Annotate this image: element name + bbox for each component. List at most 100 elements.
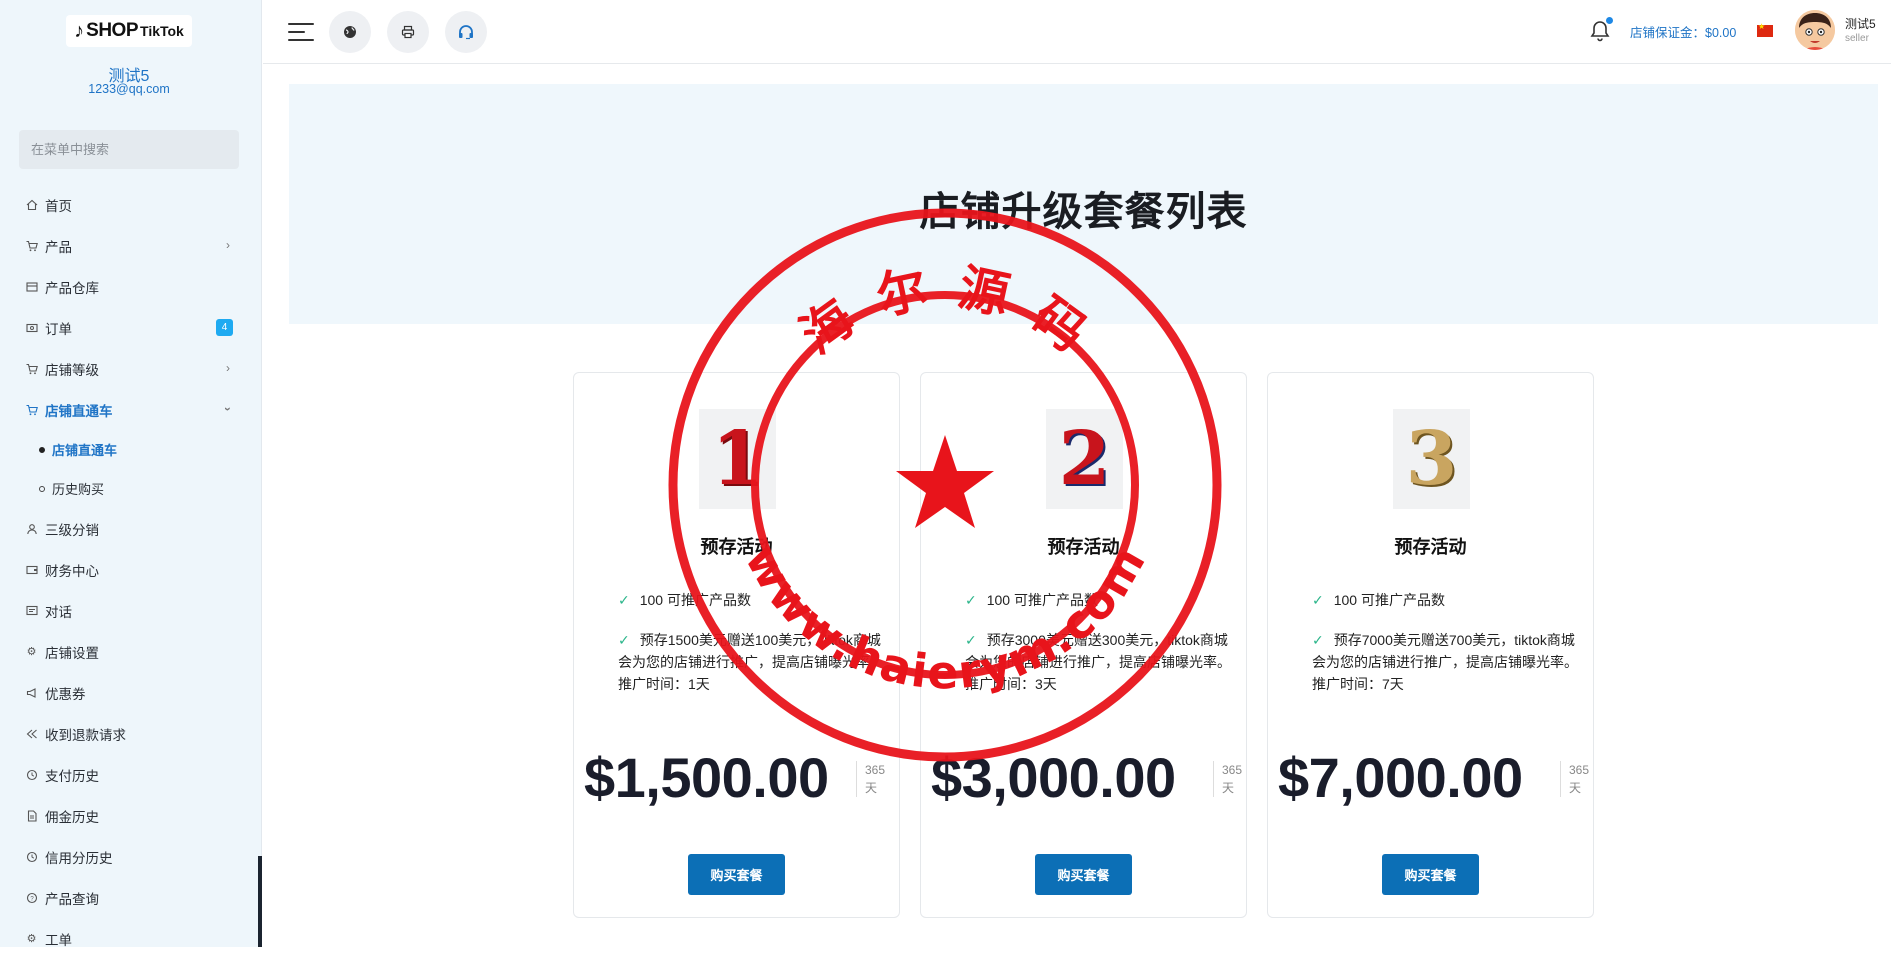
logo[interactable]: ♪ SHOP TikTok bbox=[66, 15, 192, 47]
sidebar-item-finance[interactable]: 财务中心 bbox=[0, 549, 258, 590]
logo-text-tiktok: TikTok bbox=[140, 23, 184, 39]
history-icon bbox=[25, 850, 38, 863]
header-user-name[interactable]: 测试5 bbox=[1845, 15, 1876, 32]
sidebar-item-coupons[interactable]: 优惠券 bbox=[0, 672, 258, 713]
support-button[interactable] bbox=[445, 11, 487, 53]
package-card: 2 预存活动 ✓ 100 可推广产品数 ✓ 预存3000美元赠送300美元，tikt… bbox=[920, 372, 1247, 918]
package-card: 1 预存活动 ✓ 100 可推广产品数 ✓ 预存1500美元赠送100美元，tikt… bbox=[573, 372, 900, 918]
sidebar-item-product-query[interactable]: ? 产品查询 bbox=[0, 877, 258, 918]
print-button[interactable] bbox=[387, 11, 429, 53]
avatar[interactable] bbox=[1795, 10, 1835, 50]
sidebar-item-payment-history[interactable]: 支付历史 bbox=[0, 754, 258, 795]
sidebar-item-label: 财务中心 bbox=[45, 563, 99, 579]
user-icon bbox=[25, 522, 38, 535]
sidebar-subitem-purchase-history[interactable]: 历史购买 bbox=[0, 469, 258, 508]
sidebar-item-shop-level[interactable]: 店铺等级 › bbox=[0, 348, 258, 389]
sidebar-item-label: 收到退款请求 bbox=[45, 727, 126, 743]
package-feature: ✓ 预存3000美元赠送300美元，tiktok商城会为您的店铺进行推广，提高店铺… bbox=[965, 629, 1235, 695]
sidebar-item-label: 历史购买 bbox=[52, 482, 105, 497]
menu-search-input[interactable] bbox=[19, 130, 239, 169]
sidebar-subitem-shop-express[interactable]: 店铺直通车 bbox=[0, 430, 258, 469]
period-value: 365 bbox=[865, 763, 886, 777]
package-feature-text: 100 可推广产品数 bbox=[986, 592, 1098, 608]
top-header: 店铺保证金：$0.00 测试5 seller bbox=[263, 0, 1891, 64]
check-icon: ✓ bbox=[965, 632, 977, 648]
check-icon: ✓ bbox=[1312, 632, 1324, 648]
period-unit: 天 bbox=[1569, 781, 1582, 795]
sidebar-item-distribution[interactable]: 三级分销 bbox=[0, 508, 258, 549]
chevron-down-icon: › bbox=[221, 407, 235, 411]
package-price: $1,500.00 bbox=[584, 746, 829, 809]
sidebar-item-label: 店铺直通车 bbox=[45, 403, 113, 419]
package-feature: ✓ 100 可推广产品数 bbox=[1312, 589, 1582, 611]
sidebar-item-refunds[interactable]: 收到退款请求 bbox=[0, 713, 258, 754]
period-value: 365 bbox=[1222, 763, 1243, 777]
sidebar-item-orders[interactable]: 订单 4 bbox=[0, 307, 258, 348]
buy-package-button[interactable]: 购买套餐 bbox=[1035, 854, 1132, 895]
tiktok-icon: ♪ bbox=[74, 19, 85, 42]
orders-count-badge: 4 bbox=[216, 319, 233, 336]
china-flag-icon[interactable] bbox=[1757, 22, 1773, 37]
sidebar-item-label: 产品查询 bbox=[45, 891, 99, 907]
sidebar-item-shop-express[interactable]: 店铺直通车 › bbox=[0, 389, 258, 430]
sidebar-item-label: 产品 bbox=[45, 239, 72, 255]
order-icon bbox=[25, 321, 38, 334]
package-feature: ✓ 100 可推广产品数 bbox=[618, 589, 888, 611]
package-feature-text: 100 可推广产品数 bbox=[1333, 592, 1445, 608]
finance-icon bbox=[25, 563, 38, 576]
period-value: 365 bbox=[1569, 763, 1590, 777]
package-period: 365 天 bbox=[1560, 761, 1589, 797]
check-icon: ✓ bbox=[618, 592, 630, 608]
package-card: 3 预存活动 ✓ 100 可推广产品数 ✓ 预存7000美元赠送700美元，tikt… bbox=[1267, 372, 1594, 918]
cart-icon bbox=[25, 362, 38, 375]
package-feature: ✓ 100 可推广产品数 bbox=[965, 589, 1235, 611]
sidebar-item-home[interactable]: 首页 bbox=[0, 184, 258, 225]
sidebar-item-label: 优惠券 bbox=[45, 686, 86, 702]
package-price: $3,000.00 bbox=[931, 746, 1176, 809]
language-button[interactable] bbox=[329, 11, 371, 53]
sidebar-item-label: 店铺设置 bbox=[45, 645, 99, 661]
cart-icon bbox=[25, 239, 38, 252]
sidebar-item-label: 对话 bbox=[45, 604, 72, 620]
sidebar-item-label: 工单 bbox=[45, 932, 72, 948]
chevron-right-icon: › bbox=[226, 238, 230, 252]
sidebar-item-tickets[interactable]: ⚙ 工单 bbox=[0, 918, 258, 959]
package-number-image: 2 bbox=[1046, 409, 1123, 509]
sidebar-menu: 首页 产品 › 产品仓库 订单 4 店铺等级 › 店铺直通车 › 店铺直通车 历… bbox=[0, 184, 258, 959]
package-feature: ✓ 预存1500美元赠送100美元，tiktok商城会为您的店铺进行推广，提高店铺… bbox=[618, 629, 888, 695]
home-icon bbox=[25, 198, 38, 211]
logo-text-shop: SHOP bbox=[86, 20, 139, 41]
check-icon: ✓ bbox=[618, 632, 630, 648]
shop-deposit-label[interactable]: 店铺保证金：$0.00 bbox=[1630, 22, 1736, 41]
sidebar-item-label: 产品仓库 bbox=[45, 280, 99, 296]
period-unit: 天 bbox=[865, 781, 878, 795]
sidebar-item-label: 支付历史 bbox=[45, 768, 99, 784]
sidebar-item-warehouse[interactable]: 产品仓库 bbox=[0, 266, 258, 307]
package-number: 2 bbox=[1058, 416, 1111, 502]
globe-icon bbox=[344, 26, 356, 38]
menu-toggle-icon[interactable] bbox=[288, 22, 314, 42]
buy-package-button[interactable]: 购买套餐 bbox=[688, 854, 785, 895]
package-feature-text: 预存3000美元赠送300美元，tiktok商城会为您的店铺进行推广，提高店铺曝… bbox=[965, 632, 1231, 692]
sidebar-item-products[interactable]: 产品 › bbox=[0, 225, 258, 266]
gear-icon: ⚙ bbox=[26, 646, 37, 658]
page-banner: 店铺升级套餐列表 bbox=[289, 84, 1878, 324]
sidebar-item-shop-settings[interactable]: ⚙ 店铺设置 bbox=[0, 631, 258, 672]
sidebar-item-label: 三级分销 bbox=[45, 522, 99, 538]
chat-icon bbox=[25, 604, 38, 617]
header-user-role: seller bbox=[1845, 33, 1869, 44]
package-title: 预存活动 bbox=[1394, 537, 1467, 557]
sidebar-item-commission-history[interactable]: 佣金历史 bbox=[0, 795, 258, 836]
document-icon bbox=[25, 809, 38, 822]
sidebar-item-label: 信用分历史 bbox=[45, 850, 113, 866]
refund-icon bbox=[25, 727, 38, 740]
period-unit: 天 bbox=[1222, 781, 1235, 795]
svg-text:?: ? bbox=[30, 896, 34, 902]
sidebar-item-chat[interactable]: 对话 bbox=[0, 590, 258, 631]
check-icon: ✓ bbox=[965, 592, 977, 608]
sidebar-item-credit-history[interactable]: 信用分历史 bbox=[0, 836, 258, 877]
avatar-image bbox=[1795, 10, 1835, 50]
sidebar-scrollbar[interactable] bbox=[258, 856, 262, 947]
sidebar-item-label: 首页 bbox=[45, 198, 72, 214]
buy-package-button[interactable]: 购买套餐 bbox=[1382, 854, 1479, 895]
